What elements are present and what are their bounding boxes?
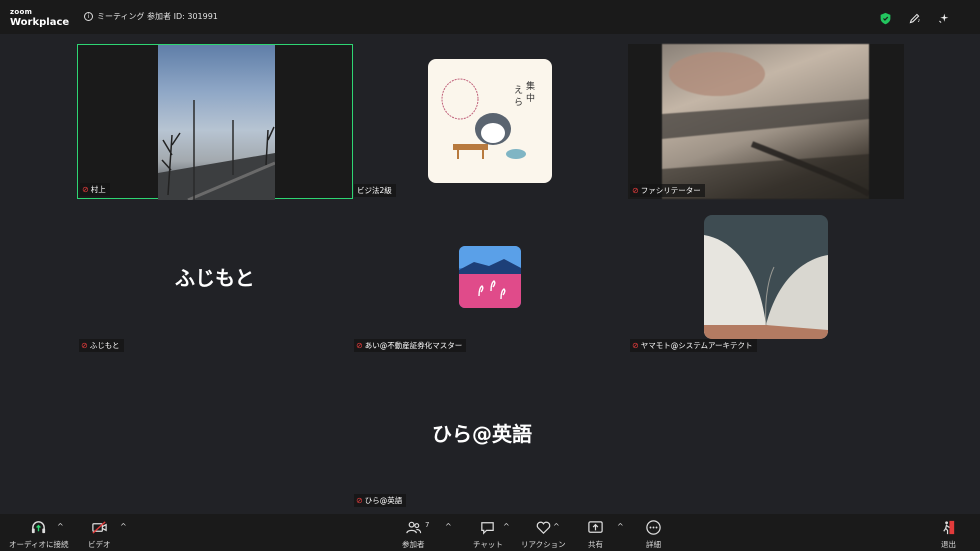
- leave-button[interactable]: 退出: [940, 519, 957, 550]
- top-bar: zoom Workplace i ミーティング 参加者 ID: 301991: [0, 0, 980, 34]
- meeting-info-text: ミーティング 参加者 ID: 301991: [97, 12, 218, 21]
- participant-avatar: [704, 215, 828, 339]
- participant-tile-1[interactable]: ⊘ 村上: [77, 44, 353, 202]
- participant-name: ファシリテーター: [640, 186, 701, 195]
- share-label: 共有: [588, 540, 603, 549]
- participant-tile-6[interactable]: ⊘ ヤマモト@システムアーキテクト: [628, 199, 904, 354]
- participant-avatar: [459, 246, 521, 308]
- participant-video: [662, 44, 871, 199]
- pen-icon[interactable]: [908, 10, 921, 29]
- share-button[interactable]: 共有: [587, 519, 604, 550]
- participant-display-name: ひら@英語: [432, 422, 532, 446]
- mic-muted-icon: ⊘: [632, 340, 639, 350]
- mic-muted-icon: ⊘: [356, 340, 363, 350]
- video-label: ビデオ: [88, 540, 111, 549]
- participant-name-tag: ⊘ 村上: [80, 183, 110, 196]
- mic-muted-icon: ⊘: [632, 185, 639, 195]
- participant-name: ヤマモト@システムアーキテクト: [640, 341, 753, 350]
- share-options-caret[interactable]: ^: [617, 522, 624, 531]
- more-button[interactable]: 詳細: [645, 519, 662, 550]
- audio-label: オーディオに接続: [9, 540, 69, 549]
- reactions-options-caret[interactable]: ^: [553, 522, 560, 531]
- participant-name: あい@不動産証券化マスター: [364, 341, 463, 350]
- chat-options-caret[interactable]: ^: [503, 522, 510, 531]
- participant-name: 村上: [90, 185, 106, 194]
- shield-icon[interactable]: [879, 10, 892, 29]
- video-options-caret[interactable]: ^: [120, 522, 127, 531]
- zoom-logo: zoom Workplace: [10, 8, 70, 28]
- more-label: 詳細: [646, 540, 661, 549]
- meeting-toolbar: オーディオに接続 ^ ビデオ ^ 参加者 7 ^ チャット ^ リアクション ^…: [0, 514, 980, 551]
- mic-muted-icon: ⊘: [82, 184, 89, 194]
- mic-muted-icon: ⊘: [356, 495, 363, 505]
- participant-name-tag: ⊘ ひら@英語: [354, 494, 407, 507]
- video-off-icon: [92, 521, 107, 534]
- leave-label: 退出: [941, 540, 956, 549]
- chat-label: チャット: [473, 540, 503, 549]
- participant-tile-2[interactable]: 集 中 え ら ビジ法2級: [352, 44, 628, 199]
- participant-display-name: ふじもと: [175, 266, 255, 290]
- participants-count: 7: [425, 521, 430, 529]
- sparkle-icon[interactable]: [937, 10, 950, 29]
- headphones-icon: [32, 521, 46, 534]
- share-screen-icon: [588, 521, 603, 533]
- more-icon: [646, 520, 661, 535]
- svg-text:ら: ら: [514, 97, 523, 108]
- participant-name: ふじもと: [89, 341, 120, 350]
- logo-line2: Workplace: [10, 17, 70, 28]
- top-right-tools: [879, 10, 950, 29]
- participant-name-tag: ビジ法2級: [354, 184, 396, 197]
- chat-button[interactable]: チャット: [473, 519, 503, 550]
- heart-icon: [536, 521, 551, 535]
- participant-name: ひら@英語: [364, 496, 403, 505]
- logo-line1: zoom: [10, 8, 33, 16]
- video-gallery: ⊘ 村上 集 中 え ら ビジ法2級 ⊘ ファシリテーター ふじもと ⊘ ふじも…: [0, 34, 980, 514]
- participant-name-tag: ⊘ ヤマモト@システムアーキテクト: [630, 339, 757, 352]
- participants-label: 参加者: [402, 540, 425, 549]
- participant-video: [158, 45, 276, 202]
- svg-text:集: 集: [526, 80, 535, 92]
- participant-tile-7[interactable]: ひら@英語 ⊘ ひら@英語: [352, 354, 628, 509]
- participant-avatar: 集 中 え ら: [428, 59, 552, 183]
- participant-tile-3[interactable]: ⊘ ファシリテーター: [628, 44, 904, 199]
- svg-text:中: 中: [526, 92, 535, 104]
- chat-icon: [481, 522, 495, 535]
- mic-muted-icon: ⊘: [81, 340, 88, 350]
- participant-name-tag: ⊘ あい@不動産証券化マスター: [354, 339, 467, 352]
- participant-name: ビジ法2級: [357, 186, 392, 195]
- audio-options-caret[interactable]: ^: [57, 522, 64, 531]
- info-icon: i: [84, 12, 93, 21]
- video-button[interactable]: ビデオ: [88, 519, 111, 550]
- participants-icon: [406, 521, 421, 534]
- participant-tile-5[interactable]: ⊘ あい@不動産証券化マスター: [352, 199, 628, 354]
- participant-name-tag: ⊘ ふじもと: [79, 339, 124, 352]
- svg-text:え: え: [514, 85, 523, 96]
- meeting-info[interactable]: i ミーティング 参加者 ID: 301991: [84, 11, 218, 22]
- participants-button[interactable]: 参加者: [402, 519, 425, 550]
- participants-options-caret[interactable]: ^: [445, 522, 452, 531]
- participant-tile-4[interactable]: ふじもと ⊘ ふじもと: [77, 199, 353, 354]
- leave-icon: [943, 520, 955, 535]
- participant-name-tag: ⊘ ファシリテーター: [630, 184, 705, 197]
- reactions-label: リアクション: [521, 540, 566, 549]
